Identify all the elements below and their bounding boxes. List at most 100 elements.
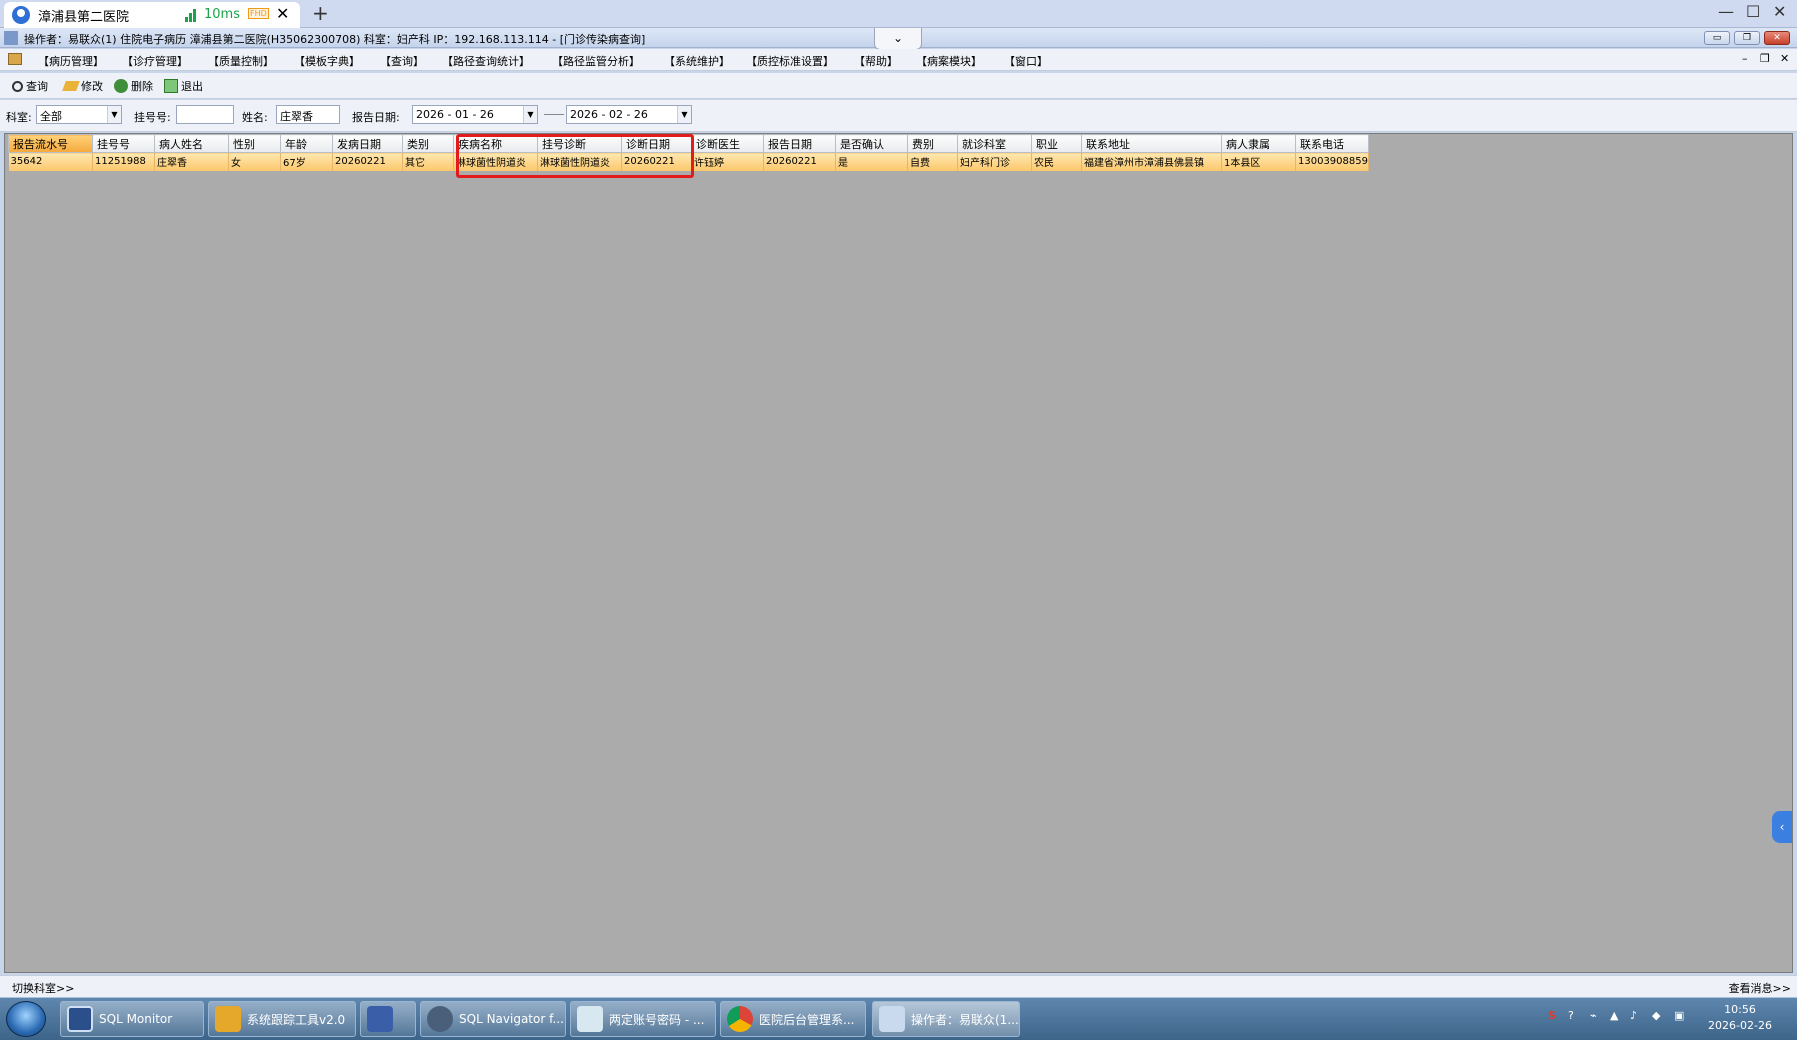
table-cell: 67岁 [280, 152, 333, 171]
name-input[interactable]: 庄翠香 [276, 105, 340, 124]
column-header[interactable]: 挂号诊断 [537, 134, 622, 153]
taskbar-item-label: SQL Monitor [99, 1012, 173, 1026]
query-button[interactable]: 查询 [12, 78, 48, 94]
column-header[interactable]: 联系电话 [1295, 134, 1369, 153]
network-icon[interactable]: ⌁ [1590, 1009, 1597, 1022]
maximize-icon[interactable]: ☐ [1746, 2, 1760, 21]
menu-item[interactable]: 【质量控制】 [208, 53, 274, 69]
taskbar-item[interactable]: SQL Navigator f... [420, 1001, 566, 1037]
table-cell: 福建省漳州市漳浦县佛昙镇 [1081, 152, 1222, 171]
menu-item[interactable]: 【查询】 [380, 53, 424, 69]
app-title: 操作者：易联众(1) 住院电子病历 漳浦县第二医院(H35062300708) … [24, 33, 646, 46]
taskbar-item-active[interactable]: 操作者：易联众(1... [872, 1001, 1020, 1037]
view-messages-link[interactable]: 查看消息>> [1729, 980, 1791, 996]
chevron-down-icon[interactable]: ▼ [677, 106, 691, 123]
new-tab-icon[interactable]: + [312, 1, 329, 25]
column-header[interactable]: 费别 [907, 134, 958, 153]
taskbar-item[interactable] [360, 1001, 416, 1037]
sql-navigator-icon [427, 1006, 453, 1032]
column-header[interactable]: 联系地址 [1081, 134, 1222, 153]
delete-button[interactable]: 删除 [114, 78, 153, 94]
app-minimize-button[interactable]: ▭ [1704, 31, 1730, 45]
column-header[interactable]: 性别 [228, 134, 281, 153]
column-header[interactable]: 疾病名称 [453, 134, 538, 153]
help-icon[interactable]: ? [1568, 1009, 1574, 1022]
remote-session-tab[interactable]: 漳浦县第二医院 10ms FHD ✕ [4, 2, 300, 28]
column-header[interactable]: 诊断医生 [691, 134, 764, 153]
menu-item[interactable]: 【诊疗管理】 [122, 53, 188, 69]
table-cell: 1本县区 [1221, 152, 1296, 171]
close-tab-icon[interactable]: ✕ [276, 4, 289, 23]
switch-dept-link[interactable]: 切换科室>> [12, 980, 74, 996]
menu-item[interactable]: 【病案模块】 [916, 53, 982, 69]
chevron-down-icon[interactable]: ⌄ [874, 28, 922, 50]
minimize-icon[interactable]: — [1718, 2, 1734, 21]
mdi-minimize-icon[interactable]: – [1742, 52, 1748, 65]
menu-item[interactable]: 【系统维护】 [664, 53, 730, 69]
remote-tab-title: 漳浦县第二医院 [38, 9, 130, 25]
column-header[interactable]: 挂号号 [92, 134, 155, 153]
chevron-down-icon[interactable]: ▼ [107, 106, 121, 123]
date-to-picker[interactable]: 2026 - 02 - 26 ▼ [566, 105, 692, 124]
date-to-value: 2026 - 02 - 26 [570, 108, 648, 121]
table-cell: 11251988 [92, 152, 155, 171]
delete-icon [114, 79, 128, 93]
menu-item[interactable]: 【病历管理】 [38, 53, 104, 69]
menu-item[interactable]: 【质控标准设置】 [746, 53, 834, 69]
column-header[interactable]: 就诊科室 [957, 134, 1032, 153]
menu-item[interactable]: 【路径查询统计】 [442, 53, 530, 69]
shield-icon[interactable]: ◆ [1652, 1009, 1660, 1022]
volume-icon[interactable]: ♪ [1630, 1009, 1637, 1022]
reg-no-label: 挂号号: [134, 111, 171, 124]
column-header[interactable]: 类别 [402, 134, 454, 153]
computer-icon [367, 1006, 393, 1032]
table-cell: 20260221 [763, 152, 836, 171]
clock[interactable]: 10:56 2026-02-26 [1700, 1002, 1780, 1034]
column-header[interactable]: 病人姓名 [154, 134, 229, 153]
query-label: 查询 [26, 80, 48, 93]
column-header[interactable]: 报告日期 [763, 134, 836, 153]
close-icon[interactable]: ✕ [1773, 2, 1786, 21]
reg-no-input[interactable] [176, 105, 234, 124]
mdi-restore-icon[interactable]: ❐ [1760, 52, 1770, 65]
taskbar-item[interactable]: SQL Monitor [60, 1001, 204, 1037]
input-method-icon[interactable]: S [1548, 1009, 1556, 1022]
start-button[interactable] [6, 1001, 46, 1037]
menu-item[interactable]: 【路径监管分析】 [552, 53, 640, 69]
date-from-picker[interactable]: 2026 - 01 - 26 ▼ [412, 105, 538, 124]
column-header[interactable]: 年龄 [280, 134, 333, 153]
table-cell: 妇产科门诊 [957, 152, 1032, 171]
doctor-icon [879, 1006, 905, 1032]
menu-item[interactable]: 【帮助】 [854, 53, 898, 69]
taskbar-item-label: SQL Navigator f... [459, 1012, 564, 1026]
chevron-left-icon[interactable]: ‹ [1772, 811, 1792, 843]
taskbar: SQL Monitor 系统跟踪工具v2.0 SQL Navigator f..… [0, 997, 1797, 1040]
column-header[interactable]: 发病日期 [332, 134, 403, 153]
dept-select[interactable]: 全部 ▼ [36, 105, 122, 124]
column-header[interactable]: 是否确认 [835, 134, 908, 153]
table-cell: 农民 [1031, 152, 1082, 171]
action-center-icon[interactable]: ▣ [1674, 1009, 1684, 1022]
results-grid-area: 报告流水号 挂号号 病人姓名 性别 年龄 发病日期 类别 疾病名称 挂号诊断 诊断日期 诊断医生 报告… [4, 133, 1793, 973]
menu-item[interactable]: 【模板字典】 [294, 53, 360, 69]
app-restore-button[interactable]: ❐ [1734, 31, 1760, 45]
table-cell: 庄翠香 [154, 152, 229, 171]
column-header[interactable]: 诊断日期 [621, 134, 692, 153]
table-row[interactable]: 35642 11251988 庄翠香女 67岁 20260221 其它 淋球菌性阴道炎 淋球菌… [8, 152, 1369, 171]
toolbar: 查询 修改 删除 退出 [0, 73, 1797, 99]
tray-expand-icon[interactable]: ▲ [1610, 1009, 1618, 1022]
taskbar-item[interactable]: 两定账号密码 - ... [570, 1001, 716, 1037]
edit-button[interactable]: 修改 [62, 78, 103, 94]
table-cell: 20260221 [621, 152, 692, 171]
menu-item[interactable]: 【窗口】 [1004, 53, 1048, 69]
exit-button[interactable]: 退出 [164, 78, 203, 94]
taskbar-item[interactable]: 系统跟踪工具v2.0 [208, 1001, 356, 1037]
taskbar-item[interactable]: 医院后台管理系... [720, 1001, 866, 1037]
chevron-down-icon[interactable]: ▼ [523, 106, 537, 123]
app-close-button[interactable]: ✕ [1764, 31, 1790, 45]
column-header[interactable]: 报告流水号 [8, 134, 93, 153]
column-header[interactable]: 病人隶属 [1221, 134, 1296, 153]
mdi-close-icon[interactable]: ✕ [1780, 52, 1789, 65]
column-header[interactable]: 职业 [1031, 134, 1082, 153]
signal-icon [185, 8, 199, 22]
